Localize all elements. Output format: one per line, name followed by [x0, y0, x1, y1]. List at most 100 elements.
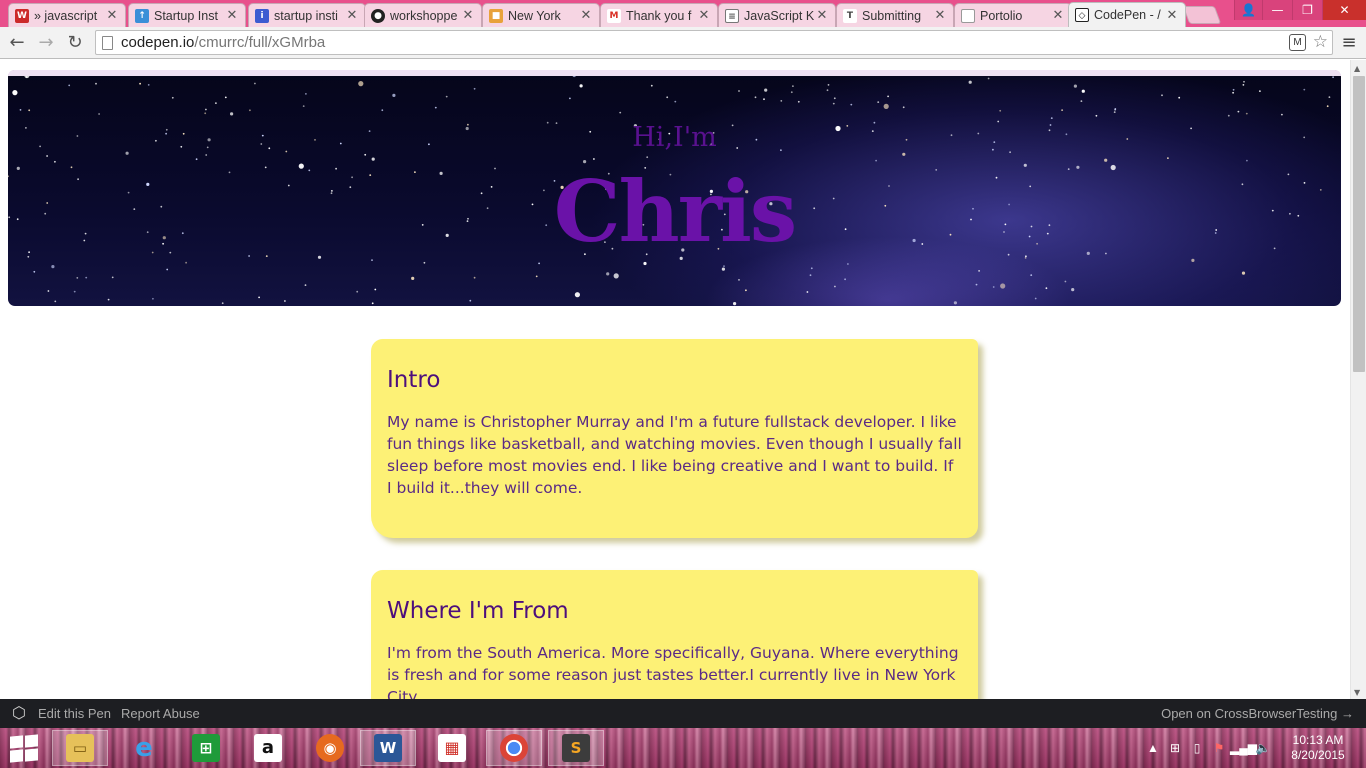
firefox-icon: ◉	[316, 734, 344, 762]
close-window-button[interactable]: ✕	[1322, 0, 1366, 20]
taskbar-file-explorer[interactable]: ▭	[52, 730, 108, 766]
tab-javascript[interactable]: W » javascript ✕	[8, 3, 126, 27]
clock-time: 10:13 AM	[1292, 733, 1344, 747]
where-from-card: Where I'm From I'm from the South Americ…	[371, 570, 978, 699]
edit-pen-link[interactable]: Edit this Pen	[38, 706, 111, 721]
tab-javascript-k[interactable]: ≡ JavaScript K ✕	[718, 3, 836, 27]
report-abuse-link[interactable]: Report Abuse	[121, 706, 200, 721]
close-icon[interactable]: ✕	[815, 8, 829, 23]
taskbar-amazon[interactable]: a	[240, 730, 296, 766]
package-icon: ■	[489, 8, 503, 23]
tab-label: » javascript	[34, 8, 98, 23]
close-icon[interactable]: ✕	[697, 8, 711, 23]
apps-grid-icon: ▦	[438, 734, 466, 762]
tab-label: CodePen - /	[1094, 8, 1161, 22]
close-icon[interactable]: ✕	[461, 8, 475, 23]
system-tray: ▲ ⊞ ▯ ⚑ ▂▄▆ 🔈 10:13 AM 8/20/2015	[1142, 728, 1366, 768]
w3r-icon: W	[15, 8, 29, 23]
github-icon: ●	[371, 8, 385, 23]
tab-startup-insti[interactable]: i startup insti ✕	[248, 3, 366, 27]
codepen-icon: ◇	[1075, 8, 1089, 22]
document-icon: ≡	[725, 8, 739, 23]
close-icon[interactable]: ✕	[579, 8, 593, 23]
windows-taskbar: ▭ e ⊞ a ◉ W ▦ S ▲ ⊞ ▯ ⚑ ▂▄▆ 🔈 10:13 AM 8…	[0, 728, 1366, 768]
tab-label: Portolio	[980, 8, 1023, 23]
typeform-icon: T	[843, 8, 857, 23]
tab-label: JavaScript K	[744, 8, 815, 23]
internet-explorer-icon: e	[135, 733, 153, 763]
taskbar-chrome[interactable]	[486, 730, 542, 766]
info-icon: i	[255, 8, 269, 23]
card-body: I'm from the South America. More specifi…	[387, 644, 959, 699]
network-error-icon[interactable]: ⚑	[1208, 741, 1230, 755]
taskbar-firefox[interactable]: ◉	[302, 730, 358, 766]
extension-icon[interactable]: M	[1289, 34, 1306, 51]
windows-start-icon[interactable]	[10, 734, 38, 763]
tab-codepen[interactable]: ◇ CodePen - / ✕	[1068, 2, 1186, 27]
sublime-text-icon: S	[562, 734, 590, 762]
close-icon[interactable]: ✕	[1051, 8, 1065, 23]
reload-icon[interactable]: ↻	[63, 31, 87, 55]
window-controls: 👤 — ❐ ✕	[1234, 0, 1366, 20]
back-arrow-icon[interactable]: ←	[5, 31, 29, 55]
browser-toolbar: ← → ↻ codepen.io /cmurrc/full/xGMrba M ☆…	[0, 27, 1366, 59]
tab-label: Thank you f	[626, 8, 692, 23]
tab-startup-inst[interactable]: ↑ Startup Inst ✕	[128, 3, 246, 27]
hero-name: Chris	[553, 162, 797, 261]
store-icon: ⊞	[192, 734, 220, 762]
user-icon[interactable]: 👤	[1234, 0, 1262, 20]
taskbar-store[interactable]: ⊞	[178, 730, 234, 766]
taskbar-apps[interactable]: ▦	[424, 730, 480, 766]
codepen-logo-icon[interactable]: ⬡	[9, 704, 29, 724]
hero-top-border	[8, 70, 1341, 76]
open-crossbrowsertesting-link[interactable]: Open on CrossBrowserTesting →	[1161, 706, 1354, 721]
battery-icon[interactable]: ▯	[1186, 741, 1208, 755]
card-title: Where I'm From	[387, 598, 569, 624]
close-icon[interactable]: ✕	[933, 8, 947, 23]
tab-label: Startup Inst	[154, 8, 218, 23]
tab-label: workshoppe	[390, 8, 458, 23]
new-tab-button[interactable]	[1182, 6, 1222, 24]
minimize-button[interactable]: —	[1262, 0, 1292, 20]
volume-icon[interactable]: 🔈	[1252, 741, 1274, 755]
close-icon[interactable]: ✕	[1165, 8, 1179, 23]
scroll-down-icon[interactable]: ▼	[1354, 688, 1360, 697]
url-host: codepen.io	[121, 34, 195, 51]
taskbar-word[interactable]: W	[360, 730, 416, 766]
tab-workshoppe[interactable]: ● workshoppe ✕	[364, 3, 482, 27]
hero-banner: Hi,I'm Chris	[8, 70, 1341, 306]
page-icon	[961, 8, 975, 23]
word-icon: W	[374, 734, 402, 762]
amazon-icon: a	[254, 734, 282, 762]
scroll-up-icon[interactable]: ▲	[1354, 64, 1360, 73]
forward-arrow-icon[interactable]: →	[34, 31, 58, 55]
bookmark-star-icon[interactable]: ☆	[1313, 32, 1328, 52]
windows-flag-icon[interactable]: ⊞	[1164, 741, 1186, 755]
signal-icon[interactable]: ▂▄▆	[1230, 741, 1257, 755]
tab-gmail[interactable]: M Thank you f ✕	[600, 3, 718, 27]
clock-date: 8/20/2015	[1291, 748, 1345, 762]
taskbar-internet-explorer[interactable]: e	[116, 730, 172, 766]
page-icon	[102, 35, 113, 50]
close-icon[interactable]: ✕	[105, 8, 119, 23]
menu-icon[interactable]: ≡	[1338, 31, 1360, 55]
card-body: My name is Christopher Murray and I'm a …	[387, 413, 962, 497]
close-icon[interactable]: ✕	[345, 8, 359, 23]
clock[interactable]: 10:13 AM 8/20/2015	[1282, 733, 1354, 763]
page-scrollbar[interactable]: ▲ ▼	[1350, 60, 1366, 699]
address-bar[interactable]: codepen.io /cmurrc/full/xGMrba M ☆	[95, 30, 1333, 55]
page-viewport: Hi,I'm Chris Intro My name is Christophe…	[0, 60, 1350, 699]
tab-new-york[interactable]: ■ New York ✕	[482, 3, 600, 27]
folder-icon: ▭	[66, 734, 94, 762]
tab-submitting[interactable]: T Submitting ✕	[836, 3, 954, 27]
scrollbar-thumb[interactable]	[1353, 76, 1365, 372]
taskbar-sublime[interactable]: S	[548, 730, 604, 766]
close-icon[interactable]: ✕	[225, 8, 239, 23]
browser-tab-strip: W » javascript ✕ ↑ Startup Inst ✕ i star…	[0, 0, 1366, 27]
tab-label: New York	[508, 8, 561, 23]
tray-expand-icon[interactable]: ▲	[1142, 741, 1164, 755]
tab-portolio[interactable]: Portolio ✕	[954, 3, 1072, 27]
card-title: Intro	[387, 367, 441, 393]
restore-button[interactable]: ❐	[1292, 0, 1322, 20]
codepen-footer-bar: ⬡ Edit this Pen Report Abuse Open on Cro…	[0, 699, 1366, 728]
